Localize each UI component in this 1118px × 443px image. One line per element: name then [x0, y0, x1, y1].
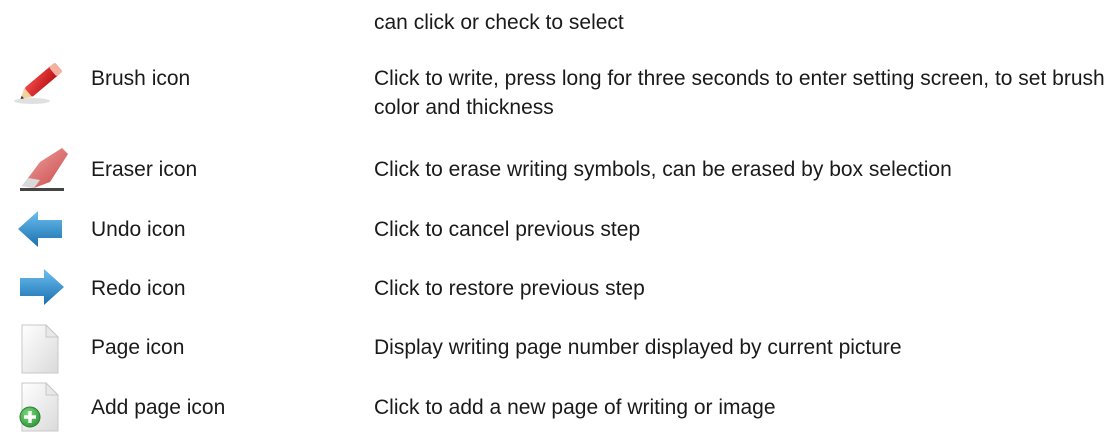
undo-description: Click to cancel previous step	[374, 218, 641, 241]
intro-text: can click or check to select	[374, 11, 624, 34]
undo-label: Undo icon	[91, 218, 186, 241]
pencil-icon	[12, 54, 70, 108]
redo-description: Click to restore previous step	[374, 277, 645, 300]
add-page-label: Add page icon	[91, 396, 226, 419]
eraser-label: Eraser icon	[91, 158, 198, 181]
undo-arrow-icon	[12, 203, 70, 257]
page-icon	[12, 323, 70, 377]
eraser-icon	[12, 142, 70, 196]
redo-arrow-icon	[12, 261, 70, 315]
page-description: Display writing page number displayed by…	[374, 336, 902, 359]
redo-label: Redo icon	[91, 277, 186, 300]
brush-label: Brush icon	[91, 67, 191, 90]
add-page-description: Click to add a new page of writing or im…	[374, 396, 776, 419]
add-page-icon	[12, 381, 70, 435]
page-label: Page icon	[91, 336, 185, 359]
brush-description: Click to write, press long for three sec…	[374, 67, 1105, 119]
eraser-description: Click to erase writing symbols, can be e…	[374, 158, 952, 181]
